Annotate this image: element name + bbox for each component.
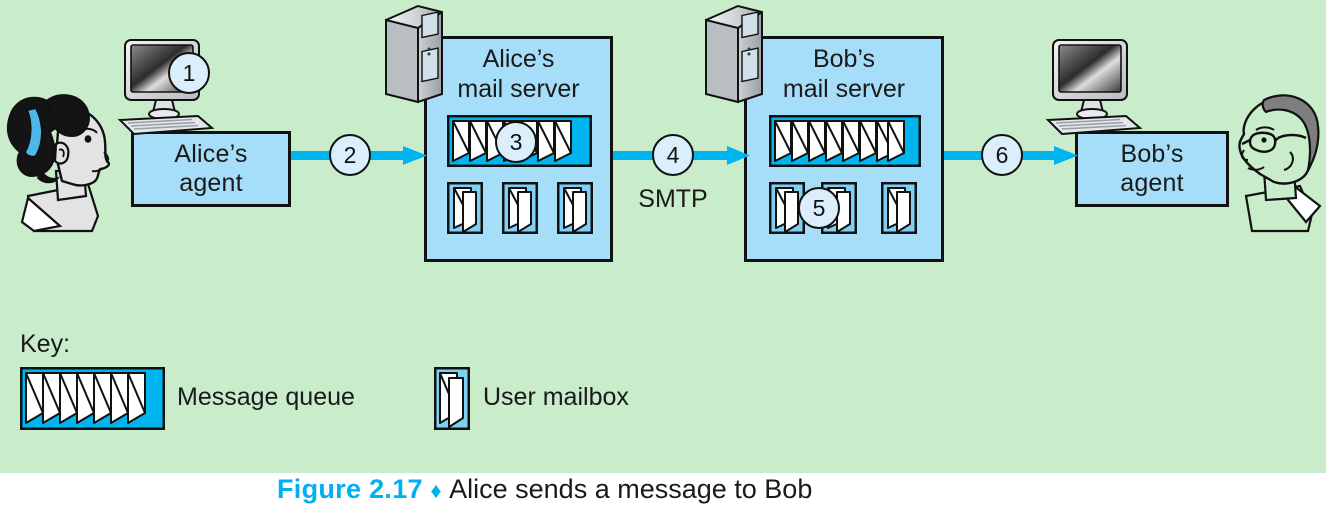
key-label-message-queue: Message queue [177, 383, 355, 411]
step-label-6: 6 [995, 141, 1009, 168]
bob-server-tower-icon [702, 2, 766, 108]
bob-avatar [1228, 86, 1326, 233]
protocol-label-smtp: SMTP [638, 185, 708, 213]
alice-server-tower-icon [382, 2, 446, 108]
alice-mailbox-3-icon [557, 182, 593, 234]
step-label-1: 1 [182, 59, 196, 86]
key-user-mailbox-icon [434, 367, 470, 430]
step-circle-4: 4 [652, 134, 694, 176]
step-label-2: 2 [343, 141, 357, 168]
step-circle-6: 6 [981, 134, 1023, 176]
step-circle-5: 5 [798, 187, 840, 229]
alice-mailbox-1-icon [447, 182, 483, 234]
alice-mailbox-2-icon [502, 182, 538, 234]
step-label-3: 3 [509, 128, 523, 155]
figure-diamond-icon: ♦ [430, 478, 442, 503]
alice-avatar [0, 86, 120, 233]
node-alice-agent-line1: Alice’s [174, 140, 248, 168]
node-alice-mail-server-line2: mail server [457, 75, 580, 103]
key-title: Key: [20, 330, 71, 358]
node-bob-agent-line1: Bob’s [1120, 140, 1184, 168]
node-bob-mail-server-line2: mail server [782, 75, 906, 103]
figure-number: Figure 2.17 [277, 474, 423, 504]
bob-message-queue-icon [769, 115, 922, 167]
step-circle-3: 3 [495, 121, 537, 163]
node-bob-mail-server-line1: Bob’s [812, 45, 876, 73]
step-circle-1: 1 [168, 52, 210, 94]
figure-caption: Figure 2.17 ♦ Alice sends a message to B… [277, 474, 812, 505]
key-message-queue-icon [20, 367, 166, 430]
bob-computer-icon [1040, 36, 1148, 136]
bob-mailbox-3-icon [881, 182, 917, 234]
node-bob-agent-line2: agent [1120, 169, 1184, 197]
key-label-user-mailbox: User mailbox [483, 383, 629, 411]
node-alice-mail-server-line1: Alice’s [482, 45, 555, 73]
step-circle-2: 2 [329, 134, 371, 176]
figure-caption-text: Alice sends a message to Bob [449, 474, 813, 504]
figure-root: 1 Alice’s agent 2 Alice’s mail server 3 … [0, 0, 1326, 515]
node-alice-agent-line2: agent [179, 169, 243, 197]
step-label-4: 4 [666, 141, 680, 168]
step-label-5: 5 [812, 194, 826, 221]
